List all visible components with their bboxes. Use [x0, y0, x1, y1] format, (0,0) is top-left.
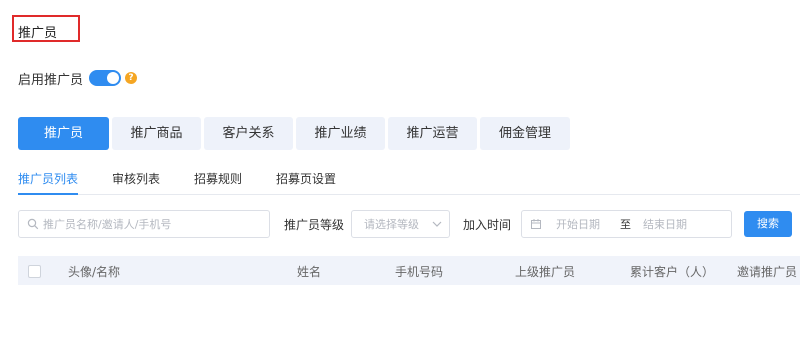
table-header: 头像/名称 姓名 手机号码 上级推广员 累计客户（人） 邀请推广员: [18, 256, 800, 285]
end-date-input[interactable]: [643, 217, 695, 231]
search-input[interactable]: [43, 217, 263, 231]
level-select-placeholder: 请选择等级: [364, 218, 419, 231]
subtab-recruit-page-settings[interactable]: 招募页设置: [276, 170, 336, 194]
col-total-customers: 累计客户（人）: [630, 265, 715, 279]
date-range-picker: 至: [521, 210, 732, 238]
tab-promo-products[interactable]: 推广商品: [112, 117, 201, 150]
calendar-icon: [531, 219, 541, 229]
toggle-knob: [107, 72, 120, 84]
subtab-review-list[interactable]: 审核列表: [112, 170, 160, 194]
search-icon: [27, 218, 39, 230]
level-label: 推广员等级: [284, 218, 345, 232]
tab-customer-relations[interactable]: 客户关系: [204, 117, 293, 150]
col-phone: 手机号码: [395, 265, 444, 279]
range-separator: 至: [620, 218, 631, 231]
page-title: 推广员: [18, 26, 58, 41]
search-button[interactable]: 搜索: [744, 211, 792, 237]
select-all-checkbox[interactable]: [28, 265, 41, 278]
enable-toggle[interactable]: [89, 70, 122, 86]
tab-promoter[interactable]: 推广员: [18, 117, 109, 150]
tab-promo-performance[interactable]: 推广业绩: [296, 117, 385, 150]
question-icon[interactable]: ?: [125, 72, 138, 84]
join-time-label: 加入时间: [463, 218, 512, 232]
col-parent-promoter: 上级推广员: [515, 265, 576, 279]
col-real-name: 姓名: [297, 265, 322, 279]
col-invited-promoters: 邀请推广员: [737, 265, 798, 279]
tab-promo-operations[interactable]: 推广运营: [388, 117, 477, 150]
col-avatar-name: 头像/名称: [68, 265, 121, 279]
sub-tabs: 推广员列表 审核列表 招募规则 招募页设置: [18, 170, 800, 195]
enable-row: 启用推广员 ?: [18, 68, 138, 88]
subtab-promoter-list[interactable]: 推广员列表: [18, 170, 79, 195]
tab-commission-management[interactable]: 佣金管理: [480, 117, 570, 150]
start-date-input[interactable]: [556, 217, 608, 231]
subtab-recruit-rules[interactable]: 招募规则: [194, 170, 242, 194]
search-box: [18, 210, 270, 238]
enable-label: 启用推广员: [18, 72, 84, 88]
main-tabs: 推广员 推广商品 客户关系 推广业绩 推广运营 佣金管理: [18, 117, 573, 150]
chevron-down-icon: [432, 221, 442, 227]
level-select[interactable]: 请选择等级: [351, 210, 450, 238]
